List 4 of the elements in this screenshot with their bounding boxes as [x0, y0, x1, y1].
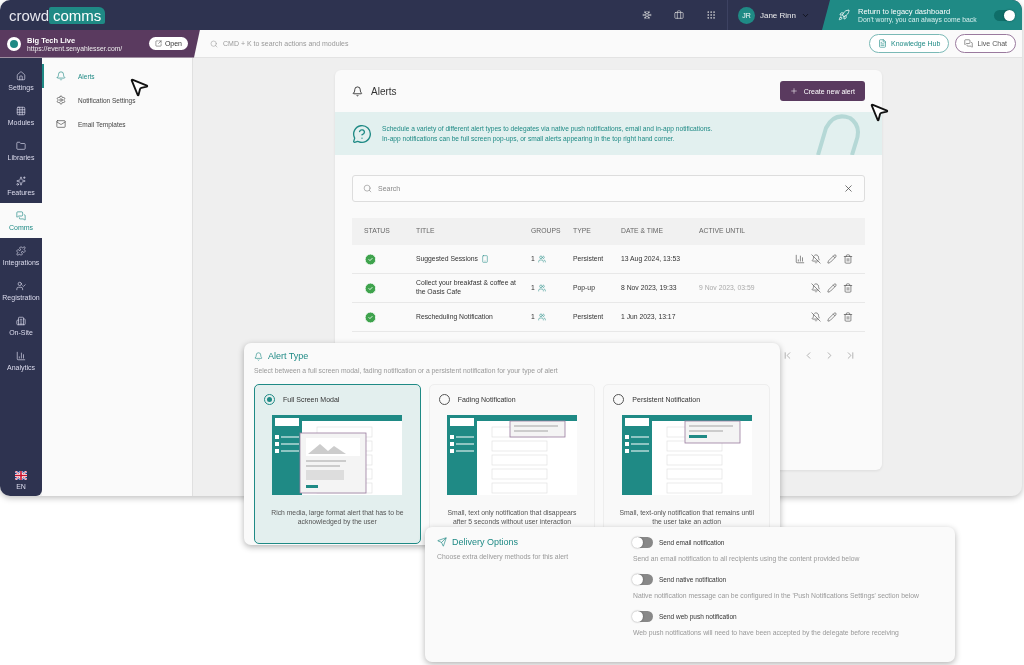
- card-title: Alerts: [371, 85, 397, 97]
- section-title: Alert Type: [268, 351, 309, 361]
- section-title: Delivery Options: [452, 537, 519, 547]
- user-name: Jane Rinn: [759, 10, 796, 20]
